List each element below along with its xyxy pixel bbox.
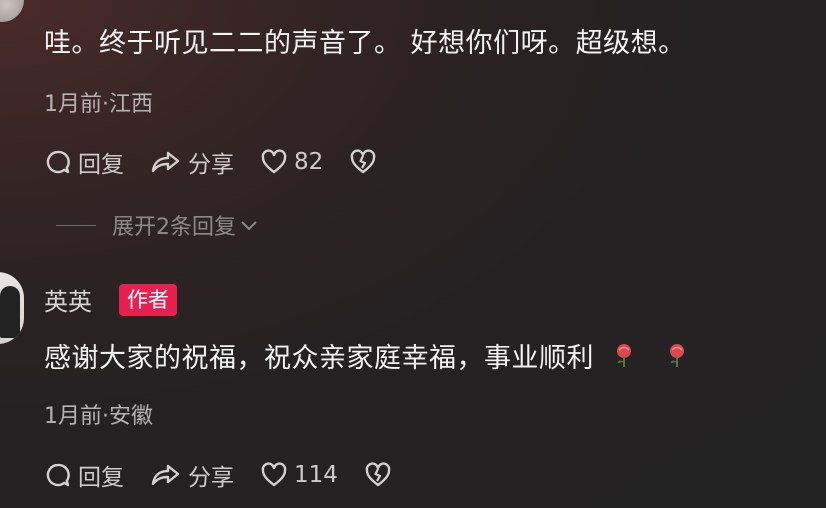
comment-text-body: 感谢大家的祝福，祝众亲家庭幸福，事业顺利 bbox=[44, 343, 594, 374]
like-button[interactable]: 114 bbox=[260, 462, 338, 488]
divider bbox=[56, 224, 96, 226]
comment-location: 安徽 bbox=[109, 404, 154, 429]
expand-replies-button[interactable]: 展开2条回复 bbox=[56, 209, 258, 241]
share-label: 分享 bbox=[188, 152, 234, 178]
chevron-down-icon bbox=[240, 213, 258, 238]
share-label: 分享 bbox=[188, 465, 234, 491]
comment-meta: 1月前·安徽 bbox=[44, 398, 153, 430]
share-button[interactable]: 分享 bbox=[150, 458, 234, 492]
comment-time: 1月前 bbox=[44, 404, 102, 429]
like-button[interactable]: 82 bbox=[260, 149, 323, 175]
meta-separator: · bbox=[102, 404, 109, 429]
reply-icon bbox=[44, 148, 72, 176]
share-icon bbox=[150, 461, 182, 489]
dislike-button[interactable] bbox=[364, 462, 392, 488]
avatar[interactable] bbox=[0, 272, 24, 344]
like-icon bbox=[260, 462, 288, 488]
like-count: 82 bbox=[294, 149, 324, 175]
dislike-button[interactable] bbox=[349, 149, 377, 175]
author-badge: 作者 bbox=[119, 284, 177, 316]
reply-button[interactable]: 回复 bbox=[44, 145, 124, 179]
comment-actions: 回复 分享 114 bbox=[44, 458, 418, 492]
rose-emoji-icon bbox=[666, 342, 688, 378]
avatar[interactable] bbox=[0, 0, 24, 22]
like-icon bbox=[260, 149, 288, 175]
comment-time: 1月前 bbox=[44, 92, 102, 117]
dislike-icon bbox=[349, 149, 377, 175]
reply-icon bbox=[44, 461, 72, 489]
expand-replies-label: 展开2条回复 bbox=[112, 215, 236, 240]
like-count: 114 bbox=[294, 462, 338, 488]
reply-button[interactable]: 回复 bbox=[44, 458, 124, 492]
reply-label: 回复 bbox=[78, 465, 124, 491]
dislike-icon bbox=[364, 462, 392, 488]
comment-text: 感谢大家的祝福，祝众亲家庭幸福，事业顺利 bbox=[44, 341, 688, 378]
share-button[interactable]: 分享 bbox=[150, 145, 234, 179]
comment-username[interactable]: 英英 bbox=[44, 282, 92, 317]
share-icon bbox=[150, 148, 182, 176]
rose-emoji-icon bbox=[613, 342, 635, 378]
comment-actions: 回复 分享 82 bbox=[44, 145, 403, 179]
comment-text: 哇。终于听见二二的声音了。 好想你们呀。超级想。 bbox=[44, 28, 686, 59]
comment-location: 江西 bbox=[109, 92, 154, 117]
comment-meta: 1月前·江西 bbox=[44, 86, 153, 118]
reply-label: 回复 bbox=[78, 152, 124, 178]
meta-separator: · bbox=[102, 92, 109, 117]
